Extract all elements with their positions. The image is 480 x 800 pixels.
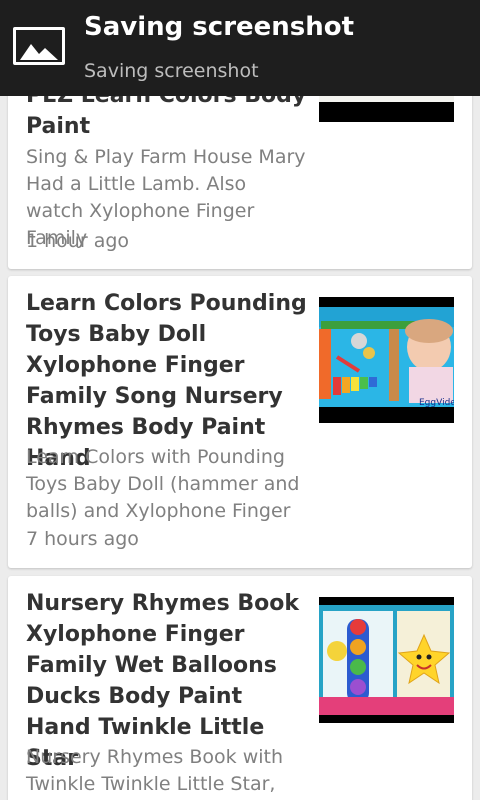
video-thumbnail[interactable] <box>319 597 454 723</box>
video-description: Nursery Rhymes Book with Twinkle Twinkle… <box>26 746 284 795</box>
video-card[interactable]: Learn Colors Pounding Toys Baby Doll Xyl… <box>8 276 472 568</box>
screenshot-notification[interactable]: Saving screenshot Saving screenshot <box>0 0 480 96</box>
notification-subtitle: Saving screenshot <box>84 60 259 82</box>
notification-title: Saving screenshot <box>84 12 355 42</box>
video-description: Learn Colors with Pounding Toys Baby Dol… <box>26 446 300 522</box>
video-timestamp: 7 hours ago <box>26 528 139 550</box>
video-timestamp: 1 hour ago <box>26 230 130 252</box>
video-thumbnail[interactable]: EggVideos.com <box>319 297 454 423</box>
thumbnail-watermark: EggVideos.com <box>419 398 454 408</box>
video-card[interactable]: Nursery Rhymes Book Xylophone Finger Fam… <box>8 576 472 800</box>
image-icon <box>13 27 65 65</box>
video-feed: PEZ Learn Colors Body Paint Sing & Play … <box>0 0 480 800</box>
